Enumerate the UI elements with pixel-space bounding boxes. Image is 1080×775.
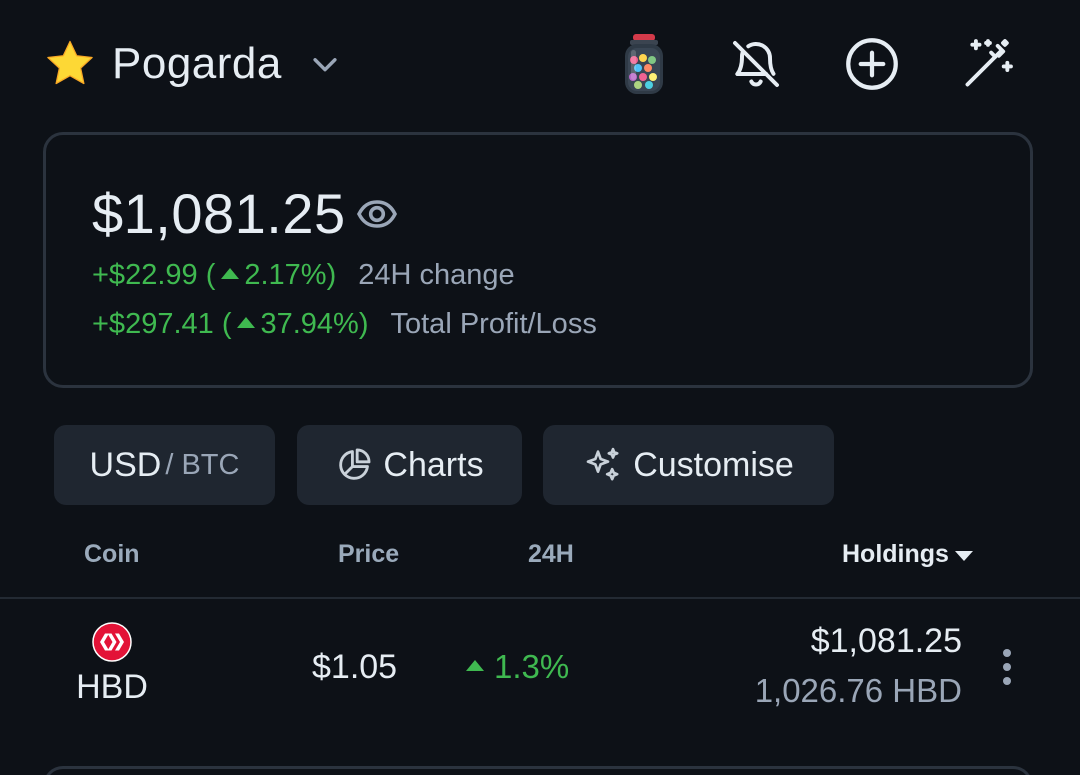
star-icon [47, 40, 93, 85]
total-pl-row: +$297.41 ( 37.94%) Total Profit/Loss [92, 308, 597, 341]
portfolio-screen: Pogarda $1,081.25 +$22.99 (2.17%) 24H c… [0, 0, 1080, 775]
portfolio-summary-card: $1,081.25 +$22.99 ( 2.17%) 24H change +$… [43, 132, 1033, 388]
sparkles-icon [586, 447, 619, 481]
next-card-edge [43, 766, 1033, 775]
alerts-button[interactable] [726, 32, 786, 96]
bell-off-icon [733, 41, 779, 87]
top-bar: Pogarda [0, 0, 1080, 130]
currency-primary: USD [89, 445, 162, 484]
charts-label: Charts [383, 445, 484, 484]
column-header-holdings[interactable]: Holdings [842, 540, 973, 569]
currency-toggle-button[interactable]: USD / BTC [54, 425, 275, 505]
coin-price: $1.05 [312, 648, 398, 686]
holdings-value: $1,081.25 [810, 622, 962, 660]
change-24h-amount: +$22.99 ( [92, 259, 216, 291]
column-header-holdings-label: Holdings [842, 540, 949, 568]
sort-descending-icon [954, 551, 973, 561]
total-pl-amount: +$297.41 ( [92, 308, 232, 340]
more-options-icon[interactable] [990, 644, 1024, 690]
balance-row: $1,081.25 [92, 181, 398, 246]
coin-change-24h: 1.3% [466, 648, 569, 686]
charts-button[interactable]: Charts [297, 425, 522, 505]
holdings-quantity: 1,026.76 HBD [754, 672, 962, 709]
eye-icon[interactable] [356, 198, 398, 230]
coin-symbol: HBD [76, 668, 148, 706]
add-circle-icon [846, 38, 898, 90]
candy-jar-button[interactable] [614, 32, 674, 96]
total-pl-label: Total Profit/Loss [390, 308, 597, 340]
magic-wand-icon [965, 39, 1013, 87]
change-24h-label: 24H change [358, 259, 515, 291]
table-divider [0, 597, 1080, 599]
up-triangle-icon [237, 317, 256, 328]
coin-change-24h-value: 1.3% [494, 648, 570, 685]
change-24h-percent: 2.17%) [244, 259, 337, 291]
portfolio-selector[interactable]: Pogarda [44, 36, 342, 92]
add-transaction-button[interactable] [842, 32, 902, 96]
column-header-coin[interactable]: Coin [84, 540, 140, 569]
candy-jar-icon [625, 34, 663, 94]
total-balance: $1,081.25 [92, 182, 346, 245]
customise-button[interactable]: Customise [543, 425, 834, 505]
change-24h-row: +$22.99 ( 2.17%) 24H change [92, 259, 515, 292]
up-triangle-icon [466, 659, 484, 671]
customise-label: Customise [633, 445, 794, 484]
magic-button[interactable] [958, 32, 1018, 96]
portfolio-name: Pogarda [112, 39, 282, 88]
chevron-down-icon [313, 58, 337, 72]
hive-logo-icon [92, 622, 132, 662]
column-header-price[interactable]: Price [338, 540, 399, 569]
currency-secondary: / BTC [165, 448, 240, 481]
up-triangle-icon [221, 268, 240, 279]
pie-chart-icon [339, 448, 371, 480]
total-pl-percent: 37.94%) [260, 308, 369, 340]
column-header-24h[interactable]: 24H [528, 540, 574, 569]
